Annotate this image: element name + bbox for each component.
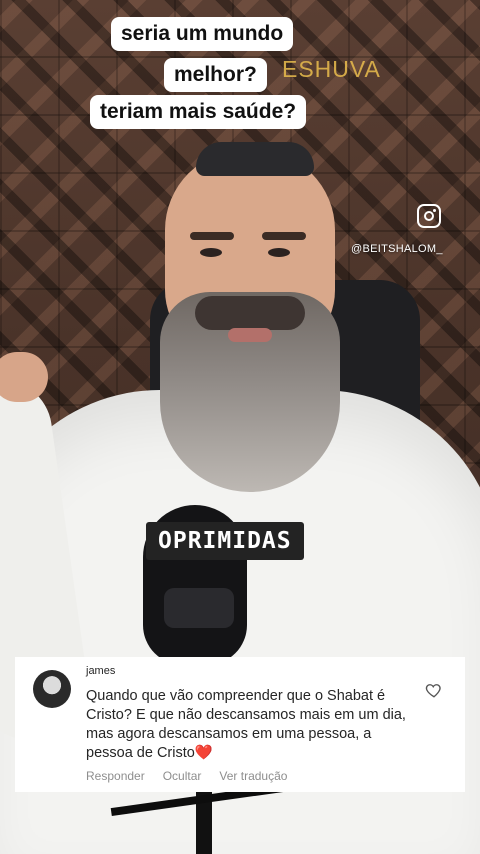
hide-button[interactable]: Ocultar <box>163 769 202 783</box>
mouth <box>228 328 272 342</box>
speaker-hand <box>0 352 48 402</box>
brand-watermark: ESHUVA <box>282 56 381 82</box>
video-frame[interactable]: seria um mundo ESHUVA melhor? teriam mai… <box>0 0 480 854</box>
right-eyebrow <box>262 232 306 240</box>
comment-actions: Responder Ocultar Ver tradução <box>86 769 287 783</box>
reply-button[interactable]: Responder <box>86 769 145 783</box>
see-translation-button[interactable]: Ver tradução <box>219 769 287 783</box>
mustache <box>195 296 305 330</box>
comment-username[interactable]: james <box>86 665 115 677</box>
comment-text: Quando que vão compreender que o Shabat … <box>86 688 406 761</box>
right-eye <box>268 248 290 257</box>
instagram-handle: @BEITSHALOM_ <box>351 243 443 255</box>
heart-outline-icon[interactable] <box>425 681 443 699</box>
left-eye <box>200 248 222 257</box>
caption-line-1: seria um mundo <box>111 17 294 51</box>
left-eyebrow <box>190 232 234 240</box>
instagram-icon <box>417 204 441 228</box>
comment-card: james Quando que vão compreender que o S… <box>15 657 465 792</box>
microphone-ring <box>164 588 234 628</box>
video-subtitle: OPRIMIDAS <box>146 522 304 560</box>
kippah <box>196 142 314 176</box>
red-heart-emoji: ❤️ <box>194 745 213 761</box>
avatar[interactable] <box>33 670 71 708</box>
caption-line-2: melhor? <box>164 58 267 92</box>
caption-line-3: teriam mais saúde? <box>90 95 307 129</box>
comment-body: Quando que vão compreender que o Shabat … <box>86 687 416 763</box>
